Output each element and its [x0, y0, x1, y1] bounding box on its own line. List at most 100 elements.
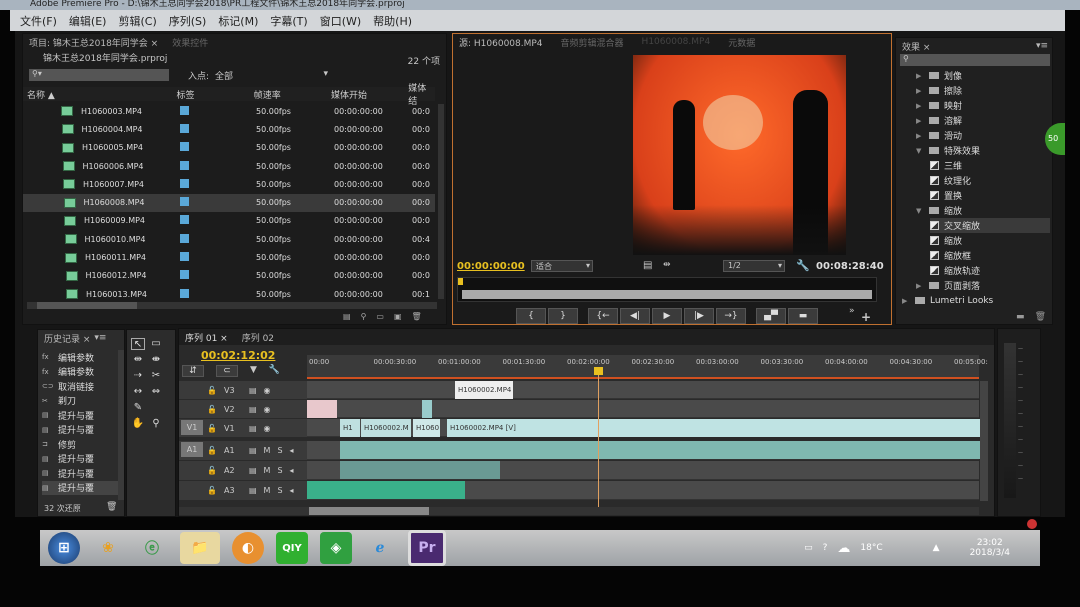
cloud-icon[interactable]: ☁	[837, 541, 850, 556]
pen-tool-icon[interactable]: ✎	[131, 402, 145, 414]
video-clip[interactable]	[307, 400, 337, 418]
effect-item[interactable]: 置换	[930, 188, 962, 203]
help-icon[interactable]: ?	[823, 543, 828, 553]
effect-item[interactable]: ▶ 擦除	[916, 83, 962, 98]
resolution-dropdown[interactable]: 1/2 ▾	[723, 260, 785, 272]
delete-icon[interactable]: 🗑	[412, 312, 422, 325]
label-swatch[interactable]	[180, 215, 189, 225]
safe-margins-icon[interactable]: ▤	[643, 260, 652, 271]
label-swatch[interactable]	[180, 160, 189, 170]
new-item-icon[interactable]: ▣	[394, 312, 402, 325]
col-media-start[interactable]: 媒体开始	[331, 88, 408, 101]
toggle-output-icon[interactable]: ▤	[249, 424, 257, 433]
vertical-scrollbar[interactable]	[438, 104, 444, 299]
toggle-output-icon[interactable]: ▤	[249, 405, 257, 414]
snap-icon[interactable]: ⇵	[182, 365, 204, 377]
find-icon[interactable]: ⚲	[361, 312, 367, 325]
lock-icon[interactable]: 🔓	[207, 405, 217, 414]
menu-clip[interactable]: 剪辑(C)	[118, 13, 156, 29]
new-bin-icon[interactable]: ▬	[1016, 312, 1025, 322]
label-swatch[interactable]	[180, 252, 189, 262]
label-swatch[interactable]	[180, 233, 189, 243]
project-row[interactable]: H1060011.MP4 50.00fps 00:00:00:00 00:0	[23, 248, 435, 266]
video-clip[interactable]: H1060002.MP4 [V]	[447, 419, 982, 437]
collapsed-arrow-icon[interactable]: ▶	[916, 102, 924, 110]
project-row[interactable]: H1060010.MP4 50.00fps 00:00:00:00 00:4	[23, 230, 435, 248]
audio-clip[interactable]	[340, 461, 500, 479]
drag-video-icon[interactable]: ⇹	[663, 260, 671, 270]
iqiyi-icon[interactable]: QIY	[276, 532, 308, 564]
col-fps[interactable]: 帧速率	[254, 88, 331, 101]
effects-search-input[interactable]: ⚲	[900, 54, 1050, 66]
audio-clip[interactable]	[307, 481, 465, 499]
collapsed-arrow-icon[interactable]: ▶	[916, 87, 924, 95]
label-swatch[interactable]	[180, 142, 189, 152]
tab-metadata[interactable]: 元数据	[728, 36, 755, 49]
menu-sequence[interactable]: 序列(S)	[169, 13, 207, 29]
effect-item[interactable]: ▶ Lumetri Looks	[902, 293, 993, 308]
source-time-ruler[interactable]	[457, 277, 877, 302]
voiceover-icon[interactable]: ◂	[290, 466, 294, 475]
tab-sequence-01[interactable]: 序列 01 ×	[185, 331, 228, 344]
menu-title[interactable]: 字幕(T)	[270, 13, 307, 29]
menu-marker[interactable]: 标记(M)	[218, 13, 258, 29]
lock-icon[interactable]: 🔓	[207, 424, 217, 433]
mute-button[interactable]: M	[264, 466, 271, 475]
voiceover-icon[interactable]: ◂	[290, 446, 294, 455]
lock-icon[interactable]: 🔓	[207, 466, 217, 475]
toggle-output-icon[interactable]: ▤	[249, 386, 257, 395]
expanded-arrow-icon[interactable]: ▼	[916, 207, 924, 215]
history-item[interactable]: ▤ 提升与覆	[42, 466, 94, 480]
project-row[interactable]: H1060009.MP4 50.00fps 00:00:00:00 00:0	[23, 212, 435, 230]
new-bin-icon[interactable]: ▭	[376, 312, 384, 325]
video-clip[interactable]: H1060002.MP4	[455, 381, 513, 399]
app-green-icon[interactable]: ◈	[320, 532, 352, 564]
project-row[interactable]: H1060013.MP4 50.00fps 00:00:00:00 00:1	[23, 285, 435, 302]
play-button[interactable]: ▶	[652, 308, 682, 324]
tab-history[interactable]: 历史记录 ×	[44, 332, 90, 345]
playhead[interactable]	[594, 367, 603, 375]
inpoint-filter[interactable]: 入点: 全部 ▾	[188, 69, 328, 82]
fit-dropdown[interactable]: 适合 ▾	[531, 260, 593, 272]
go-to-in-button[interactable]: {←	[588, 308, 618, 324]
internet-explorer-icon[interactable]: ℯ	[364, 532, 396, 564]
eye-icon[interactable]: ◉	[264, 405, 271, 414]
menu-window[interactable]: 窗口(W)	[320, 13, 361, 29]
audio-clip[interactable]	[340, 441, 982, 459]
app-orange-icon[interactable]: ◐	[232, 532, 264, 564]
selection-tool-icon[interactable]: ↖	[131, 338, 145, 350]
premiere-pro-icon[interactable]: Pr	[408, 530, 446, 566]
voiceover-icon[interactable]: ◂	[290, 486, 294, 495]
overwrite-button[interactable]: ▬	[788, 308, 818, 324]
rate-stretch-tool-icon[interactable]: ⇢	[131, 370, 145, 382]
tab-effects[interactable]: 效果 ×	[902, 40, 930, 53]
effect-item[interactable]: 缩放	[930, 233, 962, 248]
network-icon[interactable]: ▭	[804, 543, 813, 553]
sync-lock-icon[interactable]: ▤	[249, 446, 257, 455]
collapsed-arrow-icon[interactable]: ▶	[916, 72, 924, 80]
track-scrollbar[interactable]	[980, 381, 988, 501]
effect-item[interactable]: 三维	[930, 158, 962, 173]
effect-item[interactable]: ▶ 滑动	[916, 128, 962, 143]
video-clip[interactable]: H1	[340, 419, 360, 437]
project-row[interactable]: H1060008.MP4 50.00fps 00:00:00:00 00:0	[23, 193, 435, 212]
zoom-scrollbar[interactable]	[462, 290, 872, 299]
mark-in-button[interactable]: {	[516, 308, 546, 324]
effect-item[interactable]: ▶ 页面剥落	[916, 278, 980, 293]
collapsed-arrow-icon[interactable]: ▶	[916, 117, 924, 125]
tab-clip-mixer[interactable]: H1060008.MP4	[642, 37, 711, 47]
slide-tool-icon[interactable]: ⇔	[149, 386, 163, 398]
solo-button[interactable]: S	[277, 486, 282, 495]
history-item[interactable]: ⊐ 修剪	[42, 437, 76, 451]
history-item[interactable]: fx 编辑参数	[42, 365, 94, 379]
mark-out-button[interactable]: }	[548, 308, 578, 324]
add-marker-icon[interactable]: ▼	[250, 365, 257, 377]
history-item[interactable]: ⊂⊃ 取消链接	[42, 379, 94, 393]
lock-icon[interactable]: 🔓	[207, 446, 217, 455]
time-ruler[interactable]: 00:00 00:00:30:00 00:01:00:00 00:01:30:00 00…	[307, 355, 988, 379]
add-button-icon[interactable]: +	[861, 310, 871, 324]
effect-item[interactable]: ▶ 映射	[916, 98, 962, 113]
panel-menu-icon[interactable]: ▾≡	[1036, 41, 1052, 51]
tab-source[interactable]: 源: H1060008.MP4	[459, 36, 543, 49]
menu-help[interactable]: 帮助(H)	[373, 13, 412, 29]
